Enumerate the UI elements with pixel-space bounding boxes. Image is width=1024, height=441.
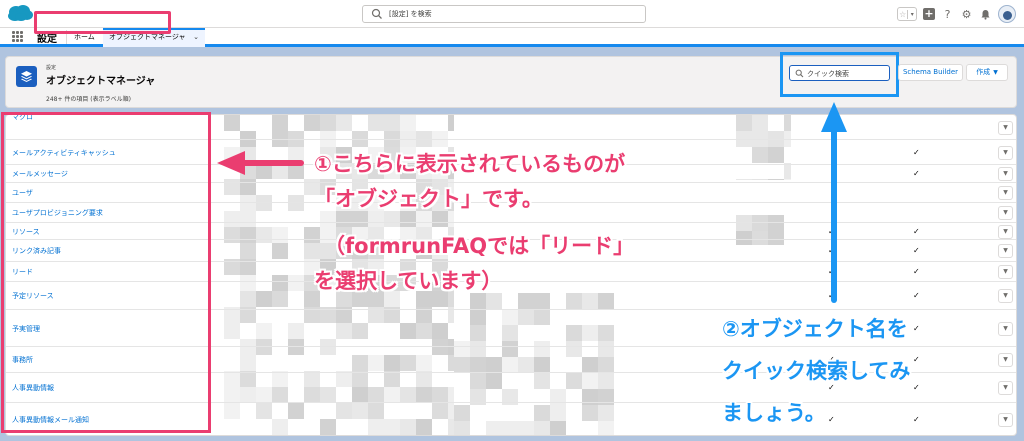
row-actions-dropdown-button[interactable]: ▼ <box>998 265 1013 279</box>
search-icon <box>371 8 382 19</box>
global-actions-plus-icon[interactable]: + <box>923 8 935 20</box>
row-actions-dropdown-button[interactable]: ▼ <box>998 186 1013 200</box>
row-actions-dropdown-button[interactable]: ▼ <box>998 413 1013 427</box>
check-icon: ✓ <box>913 383 920 392</box>
row-actions-dropdown-button[interactable]: ▼ <box>998 381 1013 395</box>
check-icon: ✓ <box>913 169 920 178</box>
salesforce-logo-icon[interactable] <box>7 4 34 23</box>
annotation-blue-line-2: クイック検索してみ <box>722 359 911 383</box>
schema-builder-button[interactable]: Schema Builder <box>898 64 963 81</box>
annotation-pink-line-4: を選択しています） <box>314 269 503 293</box>
app-launcher-icon[interactable] <box>12 31 23 42</box>
row-actions-dropdown-button[interactable]: ▼ <box>998 146 1013 160</box>
check-icon: ✓ <box>913 267 920 276</box>
annotation-blue-line-3: ましょう。 <box>722 401 826 425</box>
row-actions-dropdown-button[interactable]: ▼ <box>998 225 1013 239</box>
arrow-left-icon <box>217 151 304 175</box>
check-icon: ✓ <box>913 227 920 236</box>
favorites-button[interactable]: ☆ ▾ <box>897 7 917 21</box>
item-count: 248+ 件の項目 (表示ラベル順) <box>46 96 131 103</box>
chevron-down-icon[interactable]: ⌄ <box>193 30 199 45</box>
quick-search-highlight-box <box>780 52 899 97</box>
row-actions-dropdown-button[interactable]: ▼ <box>998 121 1013 135</box>
gear-icon[interactable]: ⚙ <box>960 8 973 21</box>
check-icon: ✓ <box>913 355 920 364</box>
annotation-pink-line-3: （formrunFAQでは「リード」 <box>324 234 635 258</box>
check-icon: ✓ <box>828 415 835 424</box>
layers-icon <box>16 66 37 87</box>
annotation-pink-line-1: ①こちらに表示されているものが <box>314 152 626 176</box>
header-utility-icons: ☆ ▾ + ? ⚙ <box>897 4 1016 24</box>
annotation-pink-line-2: 「オブジェクト」です。 <box>314 187 543 211</box>
row-actions-dropdown-button[interactable]: ▼ <box>998 167 1013 181</box>
star-icon: ☆ <box>898 9 909 19</box>
row-actions-dropdown-button[interactable]: ▼ <box>998 289 1013 303</box>
chevron-down-icon: ▾ <box>910 10 914 18</box>
create-button-label: 作成 <box>976 68 991 76</box>
page-title: オブジェクトマネージャ <box>46 76 156 87</box>
check-icon: ✓ <box>913 324 920 333</box>
chevron-down-icon: ▼ <box>993 69 998 76</box>
row-actions-dropdown-button[interactable]: ▼ <box>998 244 1013 258</box>
page-eyebrow: 設定 <box>46 65 57 71</box>
title-highlight-box <box>34 11 171 34</box>
row-actions-dropdown-button[interactable]: ▼ <box>998 206 1013 220</box>
row-actions-dropdown-button[interactable]: ▼ <box>998 353 1013 367</box>
global-search-input[interactable]: [設定] を検索 <box>362 5 646 23</box>
annotation-blue-line-1: ②オブジェクト名を <box>722 317 908 341</box>
check-icon: ✓ <box>913 291 920 300</box>
user-avatar[interactable] <box>998 5 1016 23</box>
object-list-highlight-box <box>1 112 211 433</box>
row-actions-dropdown-button[interactable]: ▼ <box>998 322 1013 336</box>
check-icon: ✓ <box>913 415 920 424</box>
global-search-placeholder: [設定] を検索 <box>389 10 432 18</box>
create-button[interactable]: 作成 ▼ <box>966 64 1008 81</box>
check-icon: ✓ <box>913 148 920 157</box>
check-icon: ✓ <box>913 246 920 255</box>
tab-object-manager-label: オブジェクトマネージャ <box>109 33 186 41</box>
arrow-up-icon <box>821 102 847 303</box>
help-icon[interactable]: ? <box>941 8 954 21</box>
notification-bell-icon[interactable] <box>979 8 992 21</box>
